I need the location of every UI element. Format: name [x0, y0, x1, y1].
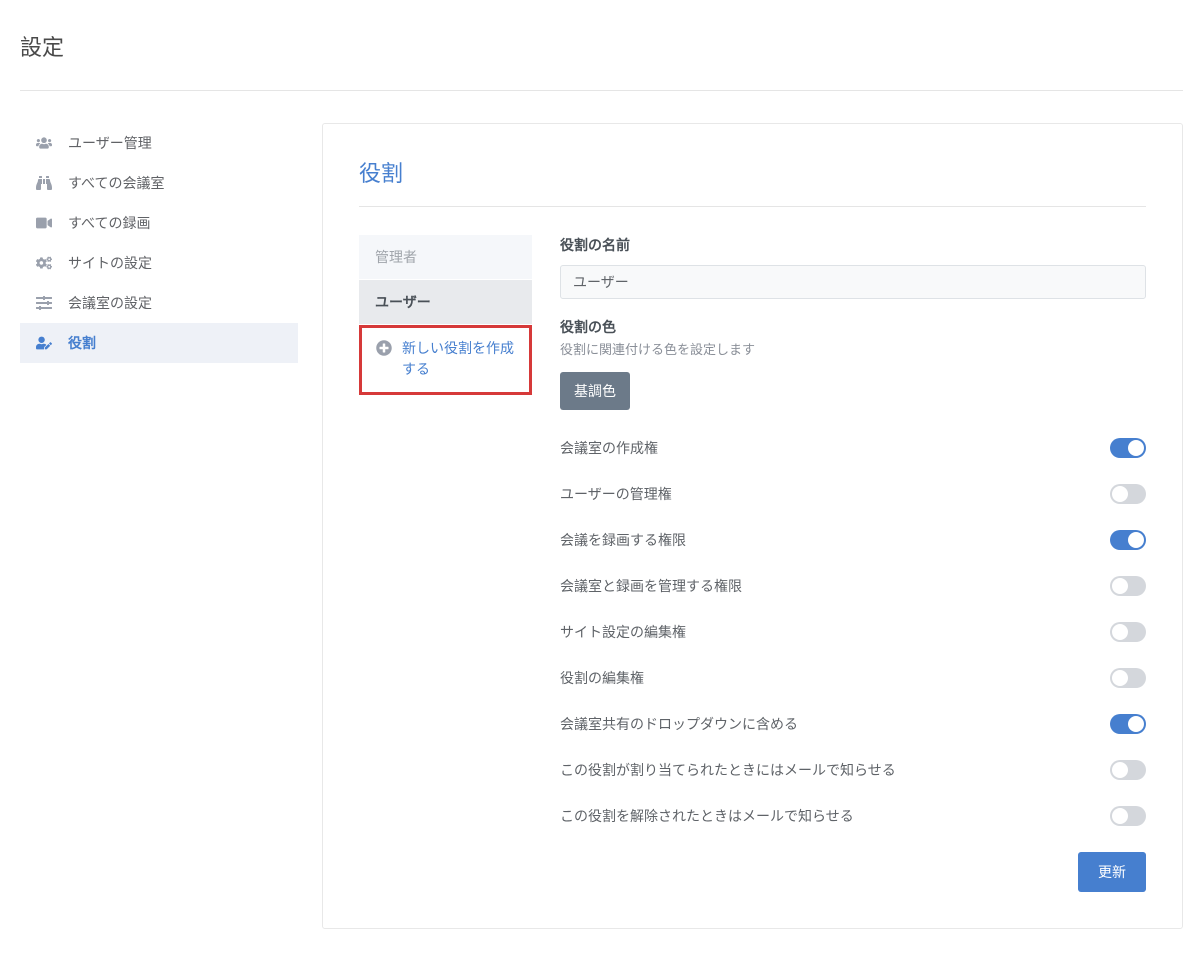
user-edit-icon — [34, 333, 54, 353]
page-title: 設定 — [20, 30, 1183, 62]
color-button[interactable]: 基調色 — [560, 372, 630, 410]
sidebar-item-roles[interactable]: 役割 — [20, 323, 298, 363]
role-color-help: 役割に関連付ける色を設定します — [560, 339, 1146, 358]
role-tab-admin[interactable]: 管理者 — [359, 235, 532, 280]
permission-toggle[interactable] — [1110, 622, 1146, 642]
toggle-knob — [1112, 486, 1128, 502]
sidebar-item-label: サイトの設定 — [68, 253, 152, 273]
permission-label: サイト設定の編集権 — [560, 622, 686, 642]
create-role-label: 新しい役割を作成する — [402, 338, 515, 380]
role-name-label: 役割の名前 — [560, 235, 1146, 255]
panel-title: 役割 — [359, 156, 1146, 188]
sidebar-item-all-recordings[interactable]: すべての録画 — [20, 203, 298, 243]
role-color-label: 役割の色 — [560, 317, 1146, 337]
toggle-knob — [1128, 440, 1144, 456]
toggle-knob — [1112, 670, 1128, 686]
toggle-knob — [1112, 578, 1128, 594]
permission-toggle[interactable] — [1110, 806, 1146, 826]
sidebar-item-user-management[interactable]: ユーザー管理 — [20, 123, 298, 163]
sidebar-item-label: 役割 — [68, 333, 96, 353]
sidebar-item-label: すべての録画 — [68, 213, 150, 233]
sidebar-item-label: すべての会議室 — [68, 173, 164, 193]
role-tabs: 管理者 ユーザー 新しい役割を作成する — [359, 235, 532, 892]
permission-toggle[interactable] — [1110, 714, 1146, 734]
sidebar-item-room-settings[interactable]: 会議室の設定 — [20, 283, 298, 323]
role-tab-user[interactable]: ユーザー — [359, 280, 532, 325]
toggle-knob — [1128, 716, 1144, 732]
permission-label: 会議室の作成権 — [560, 438, 658, 458]
sidebar-item-label: ユーザー管理 — [68, 133, 152, 153]
permission-row: ユーザーの管理権 — [560, 484, 1146, 504]
permission-toggle[interactable] — [1110, 668, 1146, 688]
panel-divider — [359, 206, 1146, 207]
permission-row: 会議室の作成権 — [560, 438, 1146, 458]
permission-toggle[interactable] — [1110, 530, 1146, 550]
submit-button[interactable]: 更新 — [1078, 852, 1146, 892]
permission-row: 会議室共有のドロップダウンに含める — [560, 714, 1146, 734]
permission-label: 会議を録画する権限 — [560, 530, 686, 550]
permission-label: この役割が割り当てられたときにはメールで知らせる — [560, 760, 896, 780]
permission-label: 会議室共有のドロップダウンに含める — [560, 714, 798, 734]
permission-label: 会議室と録画を管理する権限 — [560, 576, 742, 596]
toggle-knob — [1112, 624, 1128, 640]
sidebar-item-all-rooms[interactable]: すべての会議室 — [20, 163, 298, 203]
permission-toggle[interactable] — [1110, 438, 1146, 458]
page-divider — [20, 90, 1183, 91]
permission-label: この役割を解除されたときはメールで知らせる — [560, 806, 854, 826]
plus-circle-icon — [376, 340, 392, 359]
video-icon — [34, 213, 54, 233]
permission-row: 役割の編集権 — [560, 668, 1146, 688]
cogs-icon — [34, 253, 54, 273]
toggle-knob — [1112, 808, 1128, 824]
permission-toggle[interactable] — [1110, 576, 1146, 596]
create-role-button[interactable]: 新しい役割を作成する — [359, 325, 532, 395]
sidebar-item-site-settings[interactable]: サイトの設定 — [20, 243, 298, 283]
permission-label: ユーザーの管理権 — [560, 484, 672, 504]
permission-label: 役割の編集権 — [560, 668, 644, 688]
content-panel: 役割 管理者 ユーザー 新しい役割を作成する 役割の名前 役 — [322, 123, 1183, 929]
permission-row: サイト設定の編集権 — [560, 622, 1146, 642]
binoculars-icon — [34, 173, 54, 193]
toggle-knob — [1112, 762, 1128, 778]
role-name-input[interactable] — [560, 265, 1146, 299]
sidebar: ユーザー管理 すべての会議室 すべての録画 サイトの設定 — [20, 123, 298, 929]
toggle-knob — [1128, 532, 1144, 548]
permission-row: この役割を解除されたときはメールで知らせる — [560, 806, 1146, 826]
form-area: 役割の名前 役割の色 役割に関連付ける色を設定します 基調色 会議室の作成権ユー… — [560, 235, 1146, 892]
permission-toggle[interactable] — [1110, 760, 1146, 780]
permission-row: 会議室と録画を管理する権限 — [560, 576, 1146, 596]
sliders-icon — [34, 293, 54, 313]
permission-toggle[interactable] — [1110, 484, 1146, 504]
permission-row: 会議を録画する権限 — [560, 530, 1146, 550]
users-icon — [34, 133, 54, 153]
permission-row: この役割が割り当てられたときにはメールで知らせる — [560, 760, 1146, 780]
sidebar-item-label: 会議室の設定 — [68, 293, 152, 313]
